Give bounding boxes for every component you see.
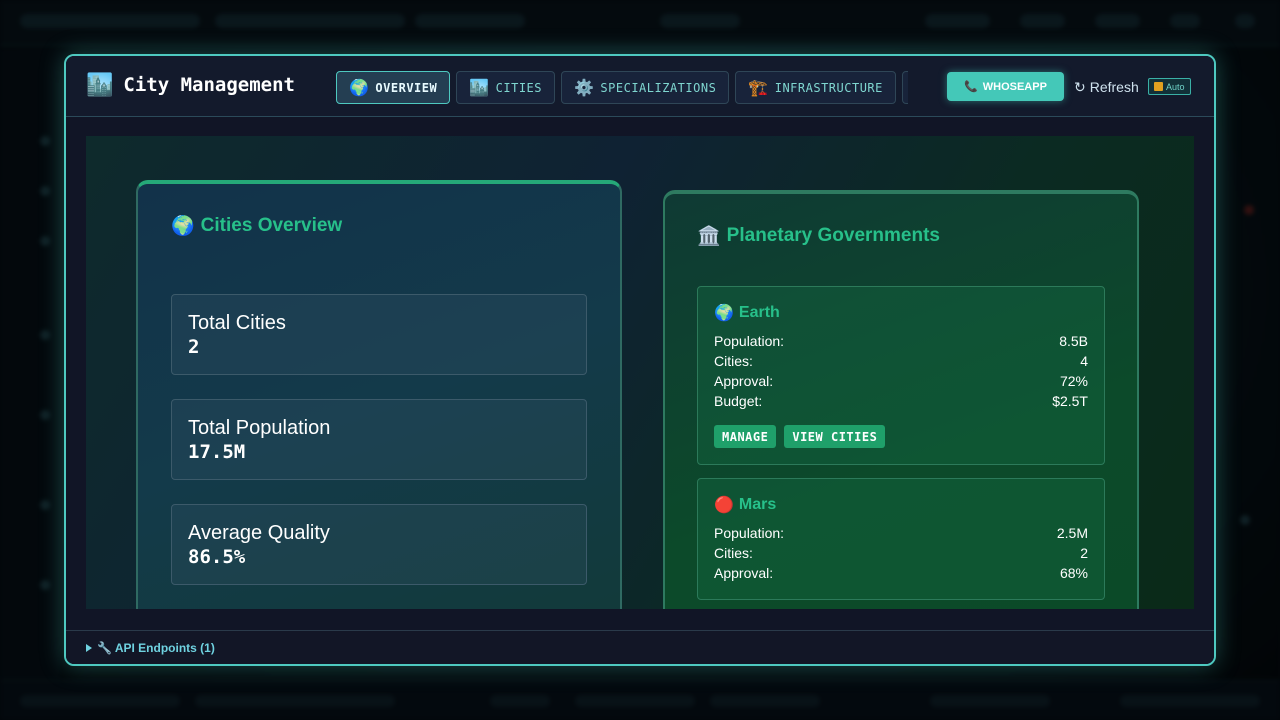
tab-cities[interactable]: 🏙️ CITIES	[456, 71, 555, 104]
panel-title-text: Cities Overview	[200, 215, 343, 236]
expand-triangle-icon	[86, 644, 92, 652]
refresh-button[interactable]: ↻ Refresh	[1074, 77, 1139, 97]
planetary-governments-panel: 🏛️ Planetary Governments 🌍 Earth Populat…	[663, 190, 1139, 609]
tab-label: SPECIALIZATIONS	[600, 80, 717, 95]
planet-stat-row: Cities: 4	[714, 351, 1088, 371]
stat-value: 17.5M	[188, 441, 246, 463]
modal-title: City Management	[123, 74, 295, 96]
planetary-governments-title: 🏛️ Planetary Governments	[697, 224, 940, 248]
stat-total-population: Total Population 17.5M	[171, 399, 587, 480]
api-endpoints-toggle[interactable]: 🔧 API Endpoints (1)	[86, 641, 215, 655]
row-value: 72%	[1059, 373, 1088, 389]
city-management-modal: 🏙️ City Management 🌍 OVERVIEW 🏙️ CITIES …	[64, 54, 1216, 666]
auto-refresh-toggle[interactable]: Auto	[1148, 78, 1191, 95]
whoseapp-label: WHOSEAPP	[982, 80, 1047, 93]
row-label: Population:	[714, 525, 785, 541]
cities-overview-panel: 🌍 Cities Overview Total Cities 2 Total P…	[136, 180, 622, 609]
stat-total-cities: Total Cities 2	[171, 294, 587, 375]
modal-footer: 🔧 API Endpoints (1)	[66, 630, 1214, 664]
row-value: 68%	[1059, 565, 1088, 581]
city-icon: 🏙️	[86, 72, 114, 97]
phone-icon: 📞	[964, 81, 978, 93]
auto-label: Auto	[1166, 81, 1185, 92]
stat-label: Total Population	[188, 417, 331, 439]
modal-header: 🏙️ City Management 🌍 OVERVIEW 🏙️ CITIES …	[66, 56, 1214, 117]
planet-stat-row: Budget: $2.5T	[714, 391, 1088, 411]
tab-label: OVERVIEW	[375, 80, 438, 95]
tab-infrastructure[interactable]: 🏗️ INFRASTRUCTURE	[735, 71, 896, 104]
row-label: Approval:	[714, 373, 774, 389]
planet-name-text: Earth	[738, 304, 780, 321]
construction-icon: 🏗️	[748, 78, 769, 97]
globe-icon: 🌍	[349, 78, 370, 97]
modal-body: 🌍 Cities Overview Total Cities 2 Total P…	[86, 136, 1194, 609]
manage-button[interactable]: MANAGE	[714, 425, 777, 448]
city-icon: 🏙️	[469, 78, 490, 97]
row-value: 8.5B	[1059, 333, 1088, 349]
stat-label: Average Quality	[188, 522, 330, 544]
cities-overview-title: 🌍 Cities Overview	[171, 214, 342, 238]
panel-title-text: Planetary Governments	[726, 225, 940, 246]
whoseapp-button[interactable]: 📞 WHOSEAPP	[947, 72, 1064, 101]
tab-specializations[interactable]: ⚙️ SPECIALIZATIONS	[561, 71, 730, 104]
row-label: Approval:	[714, 565, 774, 581]
stat-average-quality: Average Quality 86.5%	[171, 504, 587, 585]
gear-icon: ⚙️	[574, 78, 595, 97]
government-building-icon: 🏛️	[697, 226, 721, 247]
planet-card-mars: 🔴 Mars Population: 2.5M Cities: 2 Approv…	[697, 478, 1105, 600]
planet-stat-row: Approval: 68%	[714, 563, 1088, 583]
tab-label: INFRASTRUCTURE	[774, 80, 883, 95]
row-label: Population:	[714, 333, 785, 349]
globe-icon: 🌍	[714, 305, 734, 322]
planet-stat-row: Approval: 72%	[714, 371, 1088, 391]
stat-value: 2	[188, 336, 200, 358]
tab-overview[interactable]: 🌍 OVERVIEW	[336, 71, 451, 104]
planet-stat-row: Population: 8.5B	[714, 331, 1088, 351]
view-cities-button[interactable]: VIEW CITIES	[784, 425, 886, 448]
stat-label: Total Cities	[188, 312, 286, 334]
globe-icon: 🌍	[171, 216, 195, 237]
planet-stat-row: Cities: 2	[714, 543, 1088, 563]
red-circle-icon: 🔴	[714, 497, 734, 514]
auto-icon	[1154, 82, 1163, 91]
tab-bar: 🌍 OVERVIEW 🏙️ CITIES ⚙️ SPECIALIZATIONS …	[336, 71, 908, 104]
planet-card-earth: 🌍 Earth Population: 8.5B Cities: 4 Appro…	[697, 286, 1105, 465]
row-value: 2	[1080, 545, 1088, 561]
row-value: $2.5T	[1052, 393, 1088, 409]
tab-label: CITIES	[495, 80, 542, 95]
planet-stat-row: Population: 2.5M	[714, 523, 1088, 543]
stat-value: 86.5%	[188, 546, 246, 568]
row-label: Budget:	[714, 393, 763, 409]
refresh-label: Refresh	[1089, 79, 1139, 95]
refresh-icon: ↻	[1074, 78, 1086, 95]
modal-title-wrap: 🏙️ City Management	[86, 72, 295, 98]
row-value: 2.5M	[1056, 525, 1088, 541]
planet-name: 🔴 Mars	[714, 495, 1088, 515]
api-endpoints-label: 🔧 API Endpoints (1)	[97, 641, 215, 655]
row-label: Cities:	[714, 353, 753, 369]
row-value: 4	[1080, 353, 1088, 369]
tab-overflow[interactable]	[901, 71, 908, 104]
planet-name: 🌍 Earth	[714, 303, 1088, 323]
planet-name-text: Mars	[738, 496, 777, 513]
planet-actions: MANAGE VIEW CITIES	[714, 425, 1088, 448]
row-label: Cities:	[714, 545, 753, 561]
